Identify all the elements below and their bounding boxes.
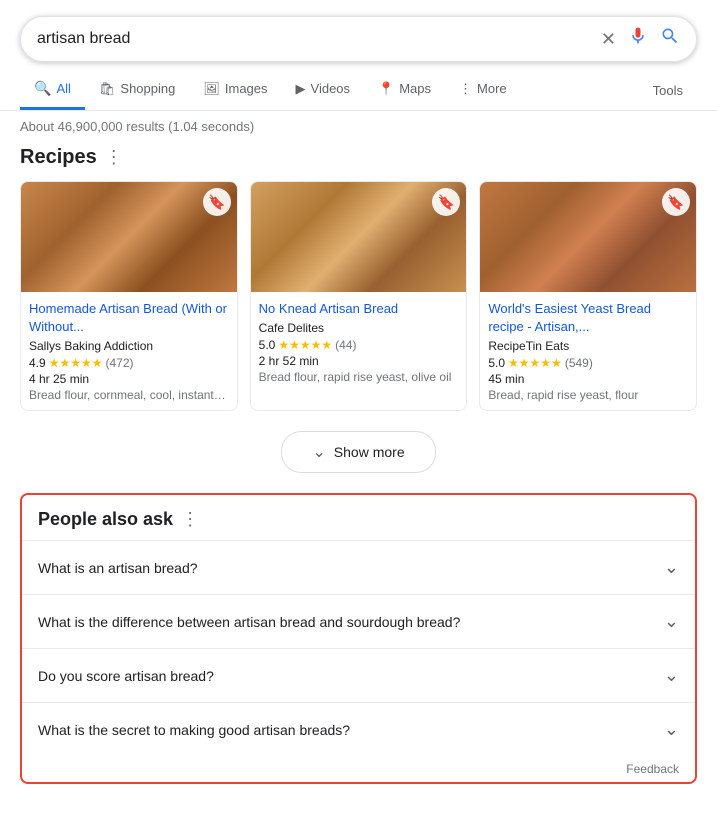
rating-score-1: 4.9 — [29, 356, 46, 370]
tab-all-label: All — [56, 81, 70, 96]
mic-icon[interactable] — [628, 26, 648, 52]
paa-chevron-4: ⌄ — [664, 719, 679, 740]
bookmark-button-2[interactable]: 🔖 — [432, 188, 460, 216]
rating-count-2: (44) — [335, 338, 356, 352]
tab-more[interactable]: ⋮ More — [445, 71, 521, 110]
recipe-rating-3: 5.0 ★★★★★ (549) — [488, 356, 688, 370]
paa-question-3: Do you score artisan bread? — [38, 668, 214, 684]
stars-1: ★★★★★ — [49, 356, 103, 370]
rating-count-3: (549) — [565, 356, 593, 370]
recipe-title-2: No Knead Artisan Bread — [259, 300, 459, 318]
bookmark-button-3[interactable]: 🔖 — [662, 188, 690, 216]
paa-title: People also ask — [38, 509, 173, 530]
feedback-row: Feedback — [22, 756, 695, 782]
tab-maps[interactable]: 📍 Maps — [364, 71, 445, 110]
recipe-card-1[interactable]: 🔖 Homemade Artisan Bread (With or Withou… — [20, 181, 238, 411]
recipe-image-3: 🔖 — [480, 182, 696, 292]
tab-videos[interactable]: ▶ Videos — [282, 71, 365, 110]
paa-item-4[interactable]: What is the secret to making good artisa… — [22, 702, 695, 756]
recipes-section: Recipes ⋮ 🔖 Homemade Artisan Bread (With… — [0, 142, 717, 423]
shopping-icon: 🛍 — [99, 81, 116, 97]
tab-maps-label: Maps — [399, 81, 431, 96]
search-icons: ✕ — [601, 26, 680, 52]
all-icon: 🔍 — [34, 80, 51, 97]
show-more-arrow-icon: ⌄ — [312, 442, 325, 462]
tab-all[interactable]: 🔍 All — [20, 70, 85, 110]
recipe-image-2: 🔖 — [251, 182, 467, 292]
recipe-card-3[interactable]: 🔖 World's Easiest Yeast Bread recipe - A… — [479, 181, 697, 411]
feedback-link[interactable]: Feedback — [626, 762, 679, 776]
bookmark-button-1[interactable]: 🔖 — [203, 188, 231, 216]
paa-chevron-1: ⌄ — [664, 557, 679, 578]
recipe-ingredients-1: Bread flour, cornmeal, cool, instant yea… — [29, 388, 229, 402]
recipes-title: Recipes — [20, 146, 97, 169]
recipe-info-3: World's Easiest Yeast Bread recipe - Art… — [480, 292, 696, 410]
people-also-ask-section: People also ask ⋮ What is an artisan bre… — [20, 493, 697, 784]
tools-button[interactable]: Tools — [639, 73, 697, 108]
maps-icon: 📍 — [378, 81, 394, 97]
recipe-image-1: 🔖 — [21, 182, 237, 292]
show-more-label: Show more — [334, 444, 405, 460]
paa-menu-icon[interactable]: ⋮ — [181, 509, 199, 530]
more-icon: ⋮ — [459, 81, 472, 97]
paa-question-4: What is the secret to making good artisa… — [38, 722, 350, 738]
recipe-ingredients-3: Bread, rapid rise yeast, flour — [488, 388, 688, 402]
recipe-info-1: Homemade Artisan Bread (With or Without.… — [21, 292, 237, 410]
recipe-cards: 🔖 Homemade Artisan Bread (With or Withou… — [20, 181, 697, 411]
paa-header: People also ask ⋮ — [22, 495, 695, 540]
tab-more-label: More — [477, 81, 507, 96]
search-bar: ✕ — [20, 16, 697, 62]
recipe-ingredients-2: Bread flour, rapid rise yeast, olive oil — [259, 370, 459, 384]
recipes-header: Recipes ⋮ — [20, 146, 697, 169]
search-input[interactable] — [37, 30, 601, 48]
results-count: About 46,900,000 results (1.04 seconds) — [0, 111, 717, 142]
clear-icon[interactable]: ✕ — [601, 29, 616, 50]
videos-icon: ▶ — [296, 81, 306, 97]
paa-question-2: What is the difference between artisan b… — [38, 614, 460, 630]
stars-3: ★★★★★ — [508, 356, 562, 370]
show-more-button[interactable]: ⌄ Show more — [281, 431, 435, 473]
stars-2: ★★★★★ — [278, 338, 332, 352]
recipe-source-3: RecipeTin Eats — [488, 339, 688, 353]
tab-images[interactable]: 🖼 Images — [189, 71, 281, 110]
tab-shopping-label: Shopping — [120, 81, 175, 96]
tab-images-label: Images — [225, 81, 268, 96]
recipe-card-2[interactable]: 🔖 No Knead Artisan Bread Cafe Delites 5.… — [250, 181, 468, 411]
paa-question-1: What is an artisan bread? — [38, 560, 198, 576]
nav-tabs: 🔍 All 🛍 Shopping 🖼 Images ▶ Videos 📍 Map… — [0, 62, 717, 111]
rating-score-3: 5.0 — [488, 356, 505, 370]
rating-score-2: 5.0 — [259, 338, 276, 352]
recipe-time-1: 4 hr 25 min — [29, 372, 229, 386]
search-submit-icon[interactable] — [660, 26, 680, 52]
recipe-rating-2: 5.0 ★★★★★ (44) — [259, 338, 459, 352]
paa-item-2[interactable]: What is the difference between artisan b… — [22, 594, 695, 648]
search-bar-container: ✕ — [0, 0, 717, 62]
recipes-menu-icon[interactable]: ⋮ — [105, 147, 123, 168]
tab-shopping[interactable]: 🛍 Shopping — [85, 71, 189, 110]
rating-count-1: (472) — [105, 356, 133, 370]
recipe-info-2: No Knead Artisan Bread Cafe Delites 5.0 … — [251, 292, 467, 392]
recipe-source-2: Cafe Delites — [259, 321, 459, 335]
recipe-title-3: World's Easiest Yeast Bread recipe - Art… — [488, 300, 688, 336]
recipe-title-1: Homemade Artisan Bread (With or Without.… — [29, 300, 229, 336]
paa-chevron-2: ⌄ — [664, 611, 679, 632]
recipe-source-1: Sallys Baking Addiction — [29, 339, 229, 353]
images-icon: 🖼 — [203, 81, 220, 97]
recipe-time-3: 45 min — [488, 372, 688, 386]
tab-videos-label: Videos — [311, 81, 351, 96]
recipe-rating-1: 4.9 ★★★★★ (472) — [29, 356, 229, 370]
show-more-container: ⌄ Show more — [0, 423, 717, 493]
paa-item-3[interactable]: Do you score artisan bread? ⌄ — [22, 648, 695, 702]
paa-chevron-3: ⌄ — [664, 665, 679, 686]
recipe-time-2: 2 hr 52 min — [259, 354, 459, 368]
paa-item-1[interactable]: What is an artisan bread? ⌄ — [22, 540, 695, 594]
